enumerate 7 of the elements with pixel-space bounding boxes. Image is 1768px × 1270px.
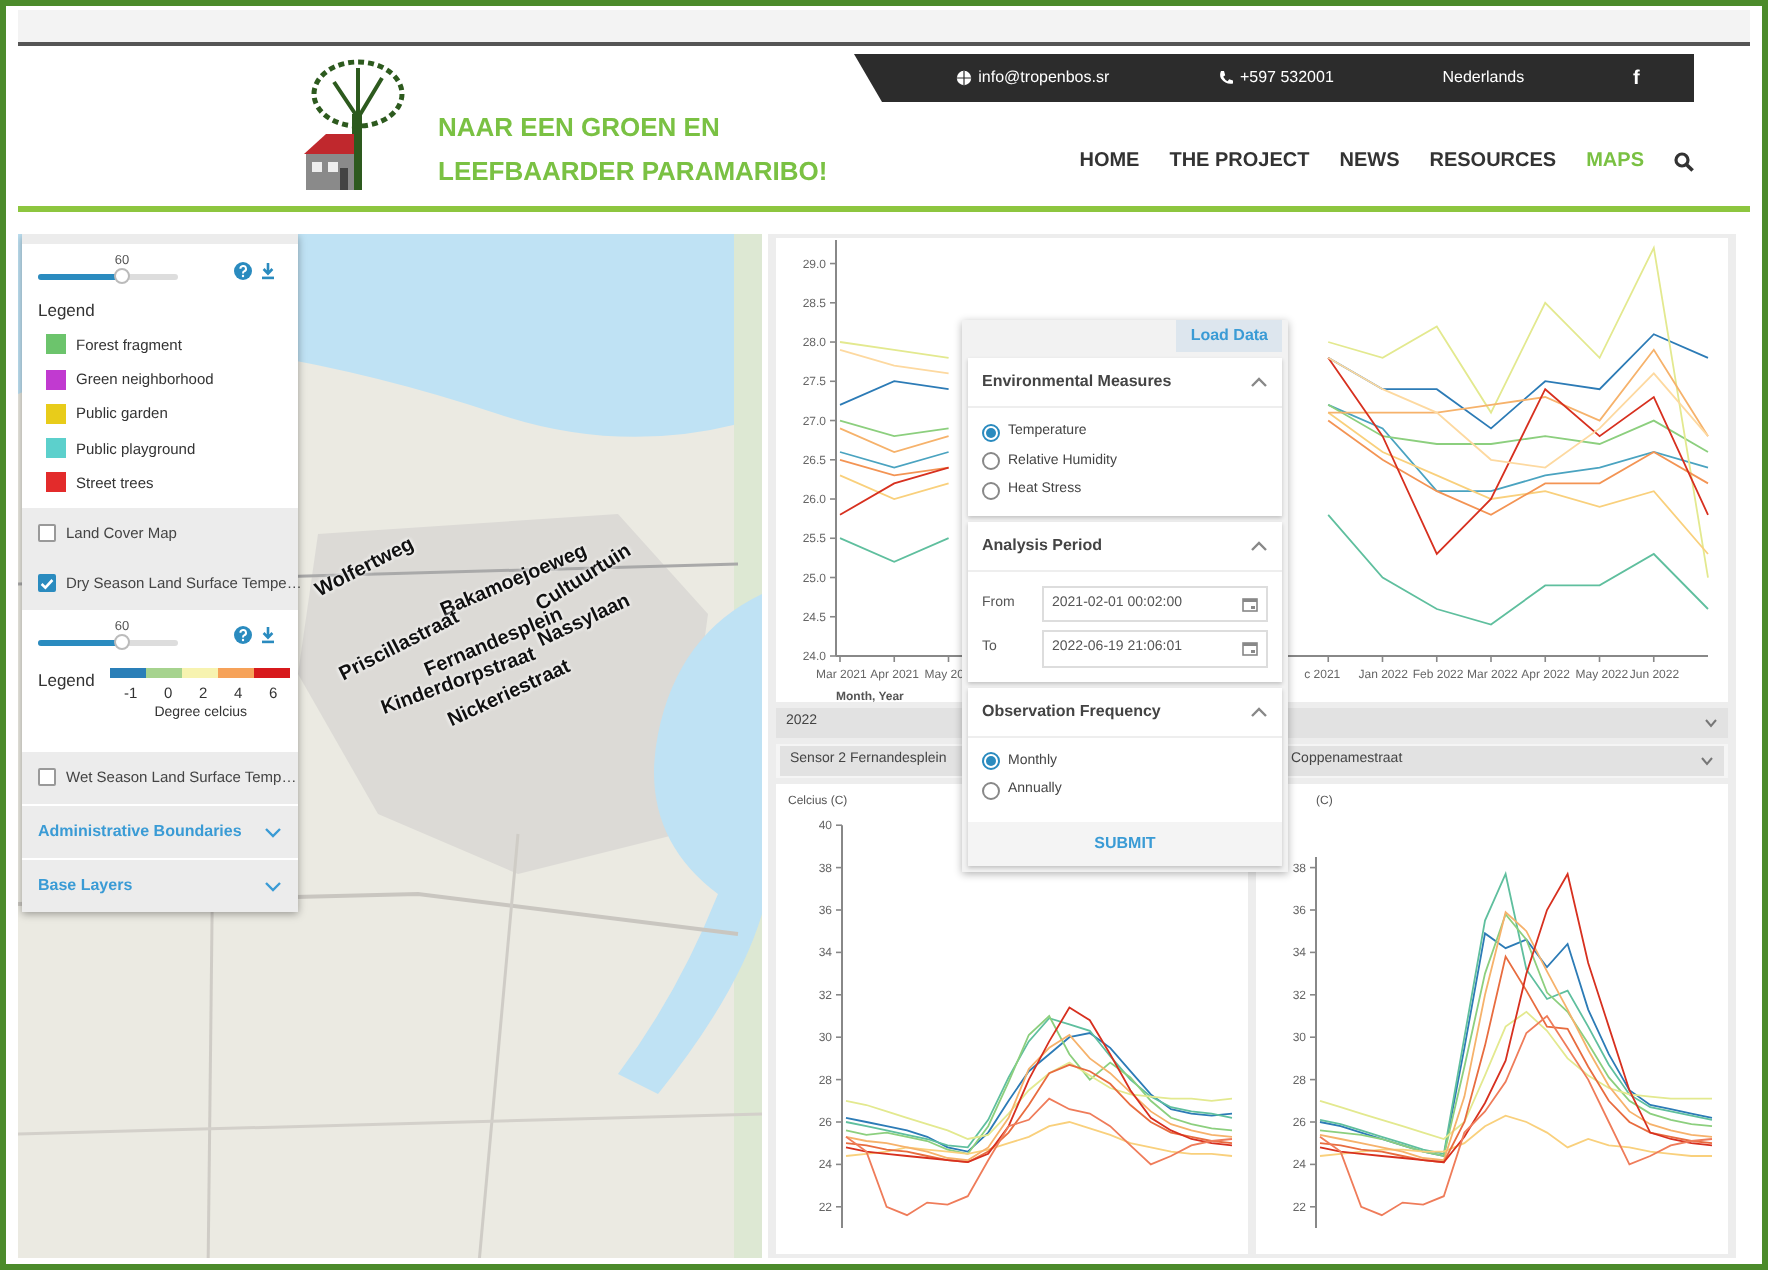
section-title: Environmental Measures [982, 370, 1172, 394]
legend-title: Legend [36, 298, 97, 324]
section-title: Analysis Period [982, 533, 1103, 557]
legend-title: Legend [38, 667, 95, 694]
section-title: Observation Frequency [982, 699, 1161, 723]
site-title: NAAR EEN GROEN EN [438, 110, 722, 146]
site-title: LEEFBAARDER PARAMARIBO! [438, 154, 828, 190]
